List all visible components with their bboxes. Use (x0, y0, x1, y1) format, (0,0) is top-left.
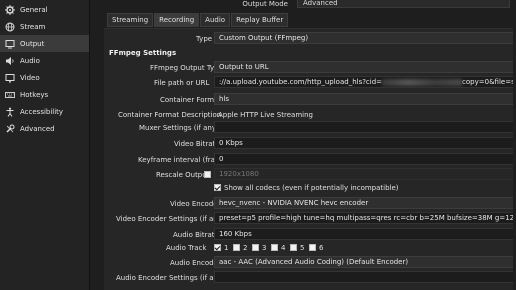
keyboard-icon (5, 90, 15, 100)
redacted-stream-key (382, 78, 463, 86)
output-mode-label: Output Mode (242, 0, 288, 8)
audio-encoder-settings-label: Audio Encoder Settings (if any) (116, 274, 225, 282)
sidebar-item-output[interactable]: Output (0, 35, 89, 52)
sidebar-item-general[interactable]: General (0, 1, 89, 18)
video-bitrate-label: Video Bitrate (174, 140, 220, 148)
audio-track-3-label: 3 (262, 244, 267, 252)
audio-track-label: Audio Track (166, 244, 207, 252)
keyframe-interval-input[interactable]: 0 (214, 153, 516, 165)
file-path-label: File path or URL (154, 79, 210, 87)
tab-replay-buffer[interactable]: Replay Buffer (231, 13, 289, 27)
audio-track-6-label: 6 (319, 244, 324, 252)
sidebar-item-advanced[interactable]: Advanced (0, 120, 89, 137)
sidebar-item-label: Audio (20, 56, 40, 65)
audio-track-2-checkbox[interactable] (233, 244, 240, 251)
speaker-icon (5, 56, 15, 66)
container-format-label: Container Format (160, 96, 222, 104)
sidebar-item-label: Stream (20, 22, 46, 31)
gear-icon (5, 4, 15, 15)
show-all-codecs-checkbox[interactable] (214, 184, 221, 191)
video-encoder-select[interactable]: hevc_nvenc - NVIDIA NVENC hevc encoder (214, 197, 516, 209)
sidebar-item-video[interactable]: Video (0, 69, 89, 86)
output-mode-row: Output Mode Advanced (96, 0, 516, 9)
output-tabs: Streaming Recording Audio Replay Buffer (107, 13, 289, 27)
file-path-prefix: ://a.upload.youtube.com/http_upload_hls?… (219, 78, 383, 86)
audio-encoder-settings-input[interactable] (214, 271, 516, 283)
type-select[interactable]: Custom Output (FFmpeg) (214, 32, 516, 44)
audio-track-4-checkbox[interactable] (271, 244, 278, 251)
rescale-output-label: Rescale Output (156, 171, 210, 179)
rescale-output-checkbox[interactable] (204, 171, 211, 178)
tab-streaming[interactable]: Streaming (107, 13, 154, 27)
file-path-suffix: copy=0&file=stream.m3u8 (462, 78, 515, 86)
recording-panel: Type Custom Output (FFmpeg) FFmpeg Setti… (104, 28, 516, 290)
rescale-output-select[interactable]: 1920x1080 (214, 168, 516, 180)
container-desc-value: Apple HTTP Live Streaming (218, 111, 313, 119)
audio-track-1-checkbox[interactable] (214, 244, 221, 251)
settings-sidebar: General Stream Output Audio Video Hotkey… (0, 0, 90, 290)
video-encoder-label: Video Encoder (170, 200, 221, 208)
video-encoder-settings-input[interactable]: preset=p5 profile=high tune=hq multipass… (214, 212, 516, 224)
audio-track-5-checkbox[interactable] (290, 244, 297, 251)
output-mode-select[interactable]: Advanced (297, 0, 510, 8)
container-desc-label: Container Format Description (118, 111, 222, 119)
sidebar-item-hotkeys[interactable]: Hotkeys (0, 86, 89, 103)
container-format-select[interactable]: hls (214, 93, 516, 105)
audio-track-4-label: 4 (281, 244, 286, 252)
audio-track-5-label: 5 (300, 244, 305, 252)
show-all-codecs-label: Show all codecs (even if potentially inc… (224, 184, 399, 192)
sidebar-item-label: Video (20, 73, 40, 82)
sidebar-item-label: Hotkeys (20, 90, 49, 99)
audio-track-6-checkbox[interactable] (309, 244, 316, 251)
section-title: FFmpeg Settings (109, 49, 177, 57)
output-type-select[interactable]: Output to URL (214, 61, 516, 73)
audio-bitrate-label: Audio Bitrate (173, 231, 219, 239)
sidebar-item-label: Advanced (20, 124, 55, 133)
audio-track-2-label: 2 (243, 244, 248, 252)
output-icon (5, 39, 15, 49)
file-path-input[interactable]: ://a.upload.youtube.com/http_upload_hls?… (214, 76, 516, 88)
output-type-label: FFmpeg Output Type (150, 64, 223, 72)
output-settings-main: Output Mode Advanced Streaming Recording… (96, 0, 516, 290)
muxer-settings-label: Muxer Settings (if any) (139, 124, 219, 132)
tab-recording[interactable]: Recording (154, 13, 200, 27)
sidebar-item-label: Accessibility (20, 107, 64, 116)
sidebar-item-stream[interactable]: Stream (0, 18, 89, 35)
sidebar-item-accessibility[interactable]: Accessibility (0, 103, 89, 120)
accessibility-icon (5, 107, 15, 117)
type-label: Type (196, 35, 213, 43)
muxer-settings-input[interactable] (214, 121, 516, 133)
sidebar-item-label: Output (20, 39, 45, 48)
video-bitrate-input[interactable]: 0 Kbps (214, 137, 516, 149)
sidebar-item-label: General (20, 5, 48, 14)
tab-audio[interactable]: Audio (200, 13, 231, 27)
audio-track-1-label: 1 (224, 244, 229, 252)
video-encoder-settings-label: Video Encoder Settings (if any) (116, 215, 225, 223)
wrench-icon (5, 124, 15, 134)
monitor-icon (5, 73, 15, 83)
sidebar-item-audio[interactable]: Audio (0, 52, 89, 69)
audio-encoder-select[interactable]: aac - AAC (Advanced Audio Coding) (Defau… (214, 256, 516, 268)
audio-bitrate-input[interactable]: 160 Kbps (214, 228, 516, 240)
globe-icon (5, 22, 15, 32)
audio-track-3-checkbox[interactable] (252, 244, 259, 251)
